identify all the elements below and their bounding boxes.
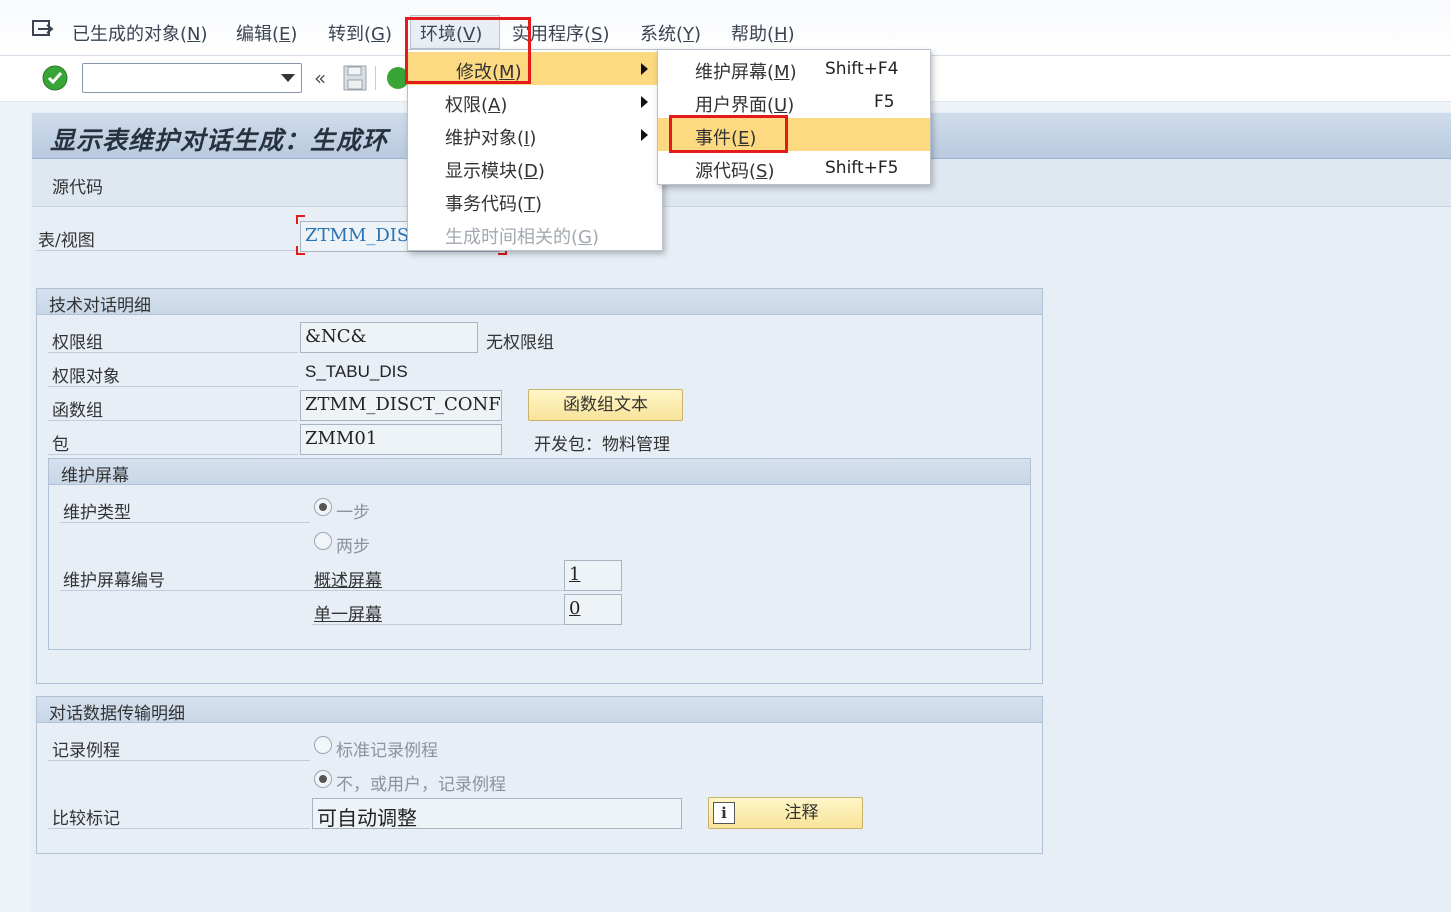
annotation-box-environment-modify [405, 17, 531, 84]
modify-item-source-code[interactable]: 源代码(S) Shift+F5 [658, 151, 930, 184]
row-underline [48, 420, 298, 421]
overview-screen-field[interactable]: 1 [564, 560, 622, 591]
env-menu-item-display-modules[interactable]: 显示模块(D) [408, 151, 662, 184]
toolbar-separator [375, 66, 376, 90]
env-menu-item-label: 维护对象(I) [445, 128, 537, 149]
compare-flag-label: 比较标记 [52, 809, 120, 829]
package-label: 包 [52, 435, 69, 455]
data-transfer-group: 对话数据传输明细 [36, 696, 1043, 854]
command-field[interactable] [82, 63, 302, 93]
double-chevron-left-icon[interactable]: « [314, 66, 326, 90]
chevron-down-icon[interactable] [281, 74, 295, 82]
save-icon[interactable] [343, 65, 367, 96]
note-button-label: 注释 [784, 803, 819, 823]
auth-group-field[interactable]: &NC& [300, 322, 478, 353]
transfer-group-header: 对话数据传输明细 [37, 697, 1042, 724]
row-underline [60, 522, 310, 523]
row-underline [48, 828, 310, 829]
env-menu-item-time-dependent: 生成时间相关的(G) [408, 217, 662, 250]
function-group-field[interactable]: ZTMM_DISCT_CONFG [300, 390, 502, 421]
submenu-arrow-icon [641, 96, 648, 108]
standard-routine-label: 标准记录例程 [336, 741, 438, 761]
transfer-group-title: 对话数据传输明细 [49, 704, 185, 724]
no-routine-radio[interactable] [314, 770, 332, 788]
modify-item-shortcut: Shift+F4 [825, 59, 899, 79]
tech-group-title: 技术对话明细 [49, 296, 151, 316]
row-underline [48, 454, 298, 455]
package-desc: 开发包：物料管理 [534, 435, 670, 455]
row-underline [48, 352, 298, 353]
row-underline [60, 590, 565, 591]
row-underline [48, 760, 310, 761]
env-menu-item-label: 事务代码(T) [445, 194, 543, 215]
one-step-label: 一步 [336, 503, 370, 523]
source-code-button[interactable]: 源代码 [52, 173, 103, 198]
overview-screen-link[interactable]: 概述屏幕 [314, 566, 382, 591]
env-menu-item-authorization[interactable]: 权限(A) [408, 85, 662, 118]
menu-goto[interactable]: 转到(G) [328, 20, 392, 46]
table-view-underline [36, 250, 298, 251]
modify-item-label: 源代码(S) [695, 161, 775, 182]
modify-item-shortcut: F5 [874, 92, 895, 112]
page-title: 显示表维护对话生成：生成环 [50, 126, 389, 155]
menu-help[interactable]: 帮助(H) [731, 20, 795, 46]
annotation-box-events [669, 115, 788, 153]
menu-generated-objects[interactable]: 已生成的对象(N) [72, 20, 208, 46]
enter-check-icon[interactable] [42, 65, 68, 96]
modify-item-label: 维护屏幕(M) [695, 62, 797, 83]
auth-object-value: S_TABU_DIS [305, 362, 408, 381]
submenu-arrow-icon [641, 63, 648, 75]
modify-item-label: 用户界面(U) [695, 95, 795, 116]
tech-group-header: 技术对话明细 [37, 289, 1042, 316]
two-step-radio[interactable] [314, 532, 332, 550]
auth-group-label: 权限组 [52, 333, 103, 353]
env-menu-item-label: 权限(A) [445, 95, 508, 116]
table-view-label: 表/视图 [38, 231, 95, 251]
row-underline [48, 386, 298, 387]
screen-group-title: 维护屏幕 [61, 466, 129, 486]
maintenance-type-label: 维护类型 [63, 503, 131, 523]
env-menu-item-transaction-codes[interactable]: 事务代码(T) [408, 184, 662, 217]
single-screen-field[interactable]: 0 [564, 594, 622, 625]
screen-number-label: 维护屏幕编号 [63, 571, 165, 591]
corner-top-left-marker [296, 215, 305, 224]
package-field[interactable]: ZMM01 [300, 424, 502, 455]
screen-group-header: 维护屏幕 [49, 459, 1030, 486]
menu-window-icon[interactable] [32, 20, 54, 43]
modify-item-shortcut: Shift+F5 [825, 158, 899, 178]
corner-bottom-left-marker [296, 246, 305, 255]
menu-bar: 已生成的对象(N) 编辑(E) 转到(G) 环境(V) 实用程序(S) 系统(Y… [0, 0, 1451, 56]
submenu-arrow-icon [641, 129, 648, 141]
record-routine-label: 记录例程 [52, 741, 120, 761]
standard-routine-radio[interactable] [314, 736, 332, 754]
maintenance-screen-group: 维护屏幕 [48, 458, 1031, 650]
auth-object-label: 权限对象 [52, 367, 120, 387]
modify-item-maintenance-screen[interactable]: 维护屏幕(M) Shift+F4 [658, 52, 930, 85]
menu-system[interactable]: 系统(Y) [640, 20, 701, 46]
function-group-label: 函数组 [52, 401, 103, 421]
modify-item-user-interface[interactable]: 用户界面(U) F5 [658, 85, 930, 118]
single-screen-link[interactable]: 单一屏幕 [314, 600, 382, 625]
env-menu-item-label: 显示模块(D) [445, 161, 545, 182]
function-group-text-button[interactable]: 函数组文本 [528, 389, 683, 421]
menu-edit[interactable]: 编辑(E) [236, 20, 297, 46]
env-menu-item-label: 生成时间相关的(G) [445, 227, 600, 248]
compare-flag-field[interactable]: 可自动调整 [312, 798, 682, 829]
info-icon: i [713, 802, 735, 824]
two-step-label: 两步 [336, 537, 370, 557]
env-menu-item-maintenance-object[interactable]: 维护对象(I) [408, 118, 662, 151]
note-button[interactable]: i 注释 [708, 797, 863, 829]
no-routine-label: 不，或用户，记录例程 [336, 775, 506, 795]
one-step-radio[interactable] [314, 498, 332, 516]
auth-group-desc: 无权限组 [486, 333, 554, 353]
